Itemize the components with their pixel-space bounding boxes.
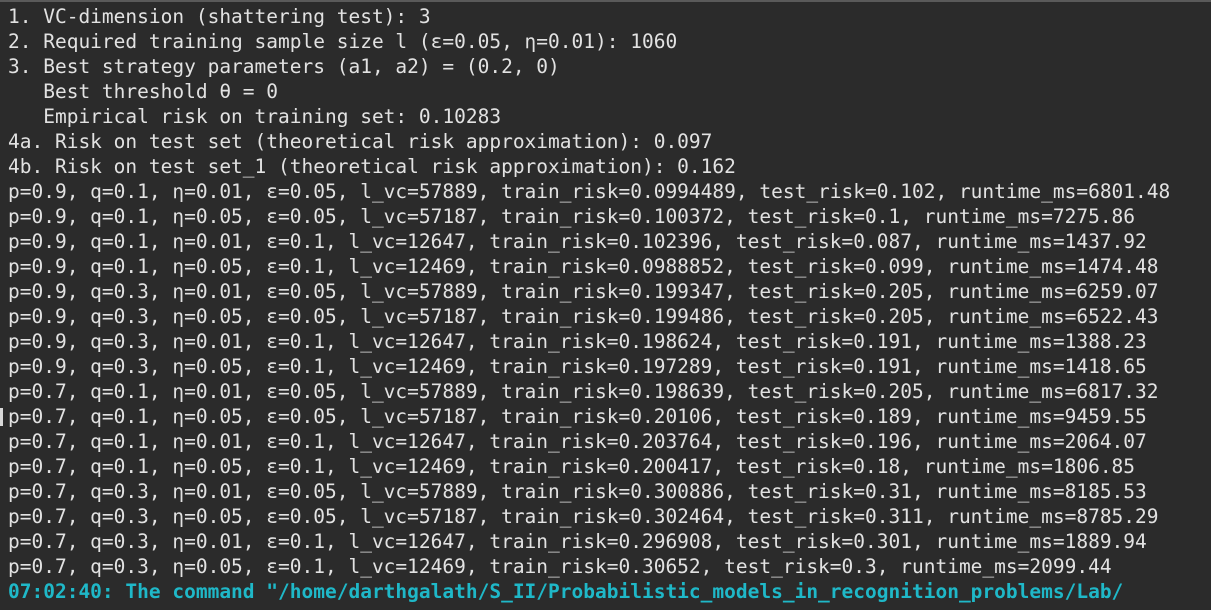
output-line-result: p=0.7, q=0.3, η=0.01, ε=0.1, l_vc=12647,…: [8, 530, 1147, 553]
output-line-result: p=0.9, q=0.1, η=0.05, ε=0.05, l_vc=57187…: [8, 205, 1136, 228]
output-line-risk-test-set-1: 4b. Risk on test set_1 (theoretical risk…: [8, 155, 736, 178]
output-line-result: p=0.9, q=0.1, η=0.05, ε=0.1, l_vc=12469,…: [8, 255, 1159, 278]
output-line-result: p=0.9, q=0.3, η=0.05, ε=0.1, l_vc=12469,…: [8, 355, 1147, 378]
output-line-result: p=0.9, q=0.3, η=0.05, ε=0.05, l_vc=57187…: [8, 305, 1159, 328]
output-line-result: p=0.9, q=0.1, η=0.01, ε=0.1, l_vc=12647,…: [8, 230, 1147, 253]
process-status-line[interactable]: 07:02:40: The command "/home/darthgalath…: [0, 579, 1170, 604]
output-line-sample-size: 2. Required training sample size l (ε=0.…: [8, 30, 678, 53]
output-line-result: p=0.9, q=0.3, η=0.01, ε=0.05, l_vc=57889…: [8, 280, 1159, 303]
output-line-result: p=0.7, q=0.1, η=0.05, ε=0.1, l_vc=12469,…: [8, 455, 1136, 478]
output-line-best-strategy: 3. Best strategy parameters (a1, a2) = (…: [8, 55, 560, 78]
output-line-result: p=0.7, q=0.3, η=0.01, ε=0.05, l_vc=57889…: [8, 480, 1147, 503]
output-line-result: p=0.7, q=0.3, η=0.05, ε=0.1, l_vc=12469,…: [8, 555, 1112, 578]
output-line-result: p=0.7, q=0.3, η=0.05, ε=0.05, l_vc=57187…: [8, 505, 1159, 528]
output-line-vc-dimension: 1. VC-dimension (shattering test): 3: [8, 5, 431, 28]
pane-top-border: [0, 0, 1211, 2]
output-text: 1. VC-dimension (shattering test): 3 2. …: [0, 4, 1170, 604]
output-line-result: p=0.9, q=0.3, η=0.01, ε=0.1, l_vc=12647,…: [8, 330, 1147, 353]
output-line-empirical-risk: Empirical risk on training set: 0.10283: [8, 105, 502, 128]
terminal-output-pane[interactable]: 1. VC-dimension (shattering test): 3 2. …: [0, 0, 1211, 610]
output-line-result: p=0.7, q=0.1, η=0.01, ε=0.05, l_vc=57889…: [8, 380, 1159, 403]
output-line-risk-test-set: 4a. Risk on test set (theoretical risk a…: [8, 130, 713, 153]
output-line-result: p=0.7, q=0.1, η=0.01, ε=0.1, l_vc=12647,…: [8, 430, 1147, 453]
output-line-best-threshold: Best threshold θ = 0: [8, 80, 279, 103]
output-line-result: p=0.9, q=0.1, η=0.01, ε=0.05, l_vc=57889…: [8, 180, 1171, 203]
output-line-result: p=0.7, q=0.1, η=0.05, ε=0.05, l_vc=57187…: [8, 405, 1147, 428]
